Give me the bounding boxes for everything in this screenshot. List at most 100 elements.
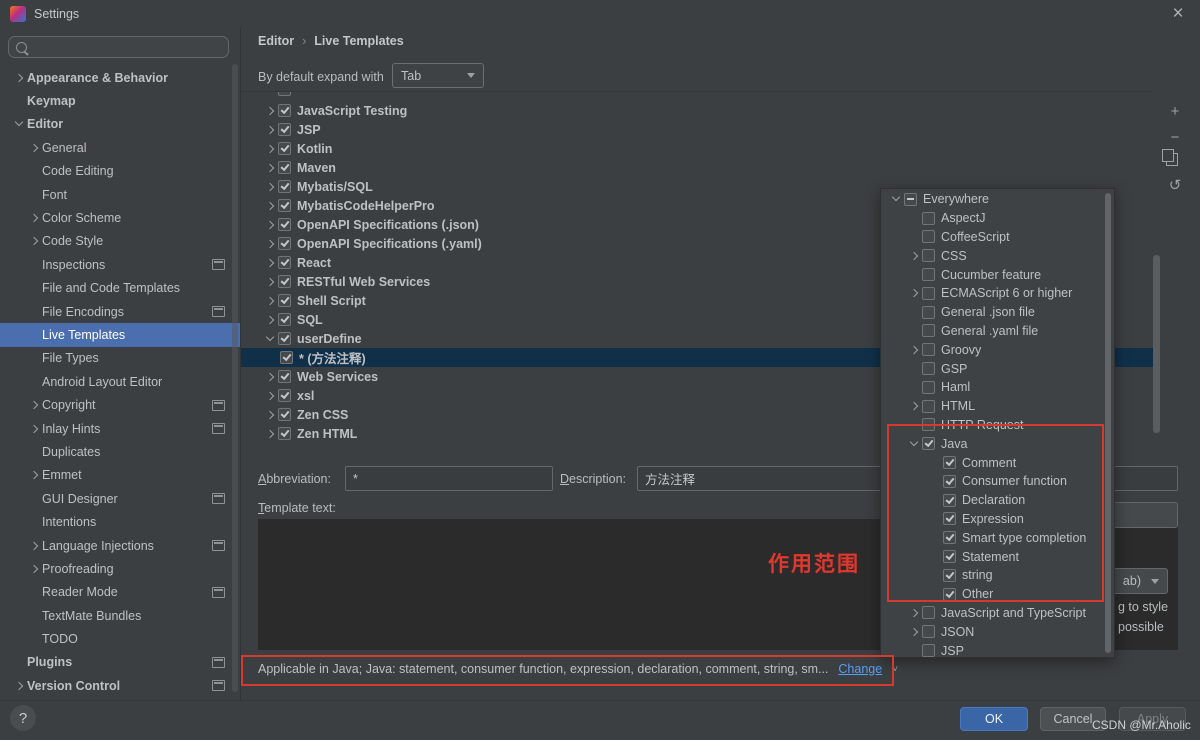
chevron-right-icon[interactable] [263,199,278,213]
chevron-right-icon[interactable] [27,562,42,576]
chevron-right-icon[interactable] [27,468,42,482]
sidebar-item-font[interactable]: Font [0,183,240,206]
chevron-right-icon[interactable] [907,249,922,263]
sidebar-item-duplicates[interactable]: Duplicates [0,440,240,463]
chevron-right-icon[interactable] [263,142,278,156]
scope-item-statement[interactable]: Statement [881,547,1114,566]
sidebar-scrollbar[interactable] [232,64,238,692]
chevron-right-icon[interactable] [27,211,42,225]
chevron-right-icon[interactable] [27,539,42,553]
scopes-panel-scrollbar[interactable] [1105,193,1111,653]
sidebar-item-proofreading[interactable]: Proofreading [0,557,240,580]
chevron-right-icon[interactable] [263,161,278,175]
chevron-right-icon[interactable] [12,71,27,85]
checkbox[interactable] [922,437,935,450]
breadcrumb-editor[interactable]: Editor [258,34,294,48]
chevron-right-icon[interactable] [12,679,27,693]
chevron-right-icon[interactable] [907,625,922,639]
scope-item-general-yaml-file[interactable]: General .yaml file [881,322,1114,341]
sidebar-item-copyright[interactable]: Copyright [0,393,240,416]
sidebar-item-inspections[interactable]: Inspections [0,253,240,276]
checkbox[interactable] [278,370,291,383]
chevron-right-icon[interactable] [263,237,278,251]
revert-icon[interactable]: ↺ [1164,176,1186,196]
scope-item-everywhere[interactable]: Everywhere [881,190,1114,209]
chevron-down-icon[interactable] [889,192,904,206]
checkbox[interactable] [278,256,291,269]
checkbox[interactable] [943,494,956,507]
chevron-right-icon[interactable] [907,606,922,620]
chevron-right-icon[interactable] [27,141,42,155]
checkbox[interactable] [922,324,935,337]
scope-item-java[interactable]: Java [881,434,1114,453]
chevron-right-icon[interactable] [263,294,278,308]
chevron-right-icon[interactable] [263,408,278,422]
checkbox[interactable] [922,212,935,225]
scope-item-smart-type-completion[interactable]: Smart type completion [881,528,1114,547]
chevron-right-icon[interactable] [907,286,922,300]
scope-item-jsp[interactable]: JSP [881,641,1114,658]
duplicate-icon[interactable] [1166,153,1178,166]
checkbox[interactable] [943,550,956,563]
sidebar-item-code-editing[interactable]: Code Editing [0,160,240,183]
checkbox[interactable] [280,351,293,364]
scope-item-http-request[interactable]: HTTP Request [881,416,1114,435]
checkbox[interactable] [922,268,935,281]
checkbox[interactable] [278,237,291,250]
checkbox[interactable] [922,644,935,657]
checkbox[interactable] [943,475,956,488]
chevron-right-icon[interactable] [263,389,278,403]
chevron-right-icon[interactable] [263,370,278,384]
chevron-right-icon[interactable] [263,313,278,327]
checkbox[interactable] [278,199,291,212]
checkbox[interactable] [943,456,956,469]
checkbox[interactable] [904,193,917,206]
chevron-down-icon[interactable] [12,117,27,131]
sidebar-item-textmate-bundles[interactable]: TextMate Bundles [0,604,240,627]
scope-item-consumer-function[interactable]: Consumer function [881,472,1114,491]
scope-item-expression[interactable]: Expression [881,510,1114,529]
close-icon[interactable]: × [1166,2,1190,26]
chevron-right-icon[interactable] [907,399,922,413]
tree-group-jsp[interactable]: JSP [241,120,1153,139]
abbreviation-field[interactable]: * [345,466,553,491]
chevron-right-icon[interactable] [27,398,42,412]
checkbox[interactable] [943,588,956,601]
checkbox[interactable] [943,569,956,582]
chevron-right-icon[interactable] [907,343,922,357]
content-scrollbar[interactable] [1153,255,1160,433]
sidebar-item-keymap[interactable]: Keymap [0,89,240,112]
sidebar-item-version-control[interactable]: Version Control [0,674,240,697]
change-link[interactable]: Change [838,662,882,676]
sidebar-item-file-encodings[interactable]: File Encodings [0,300,240,323]
checkbox[interactable] [922,230,935,243]
sidebar-item-file-types[interactable]: File Types [0,347,240,370]
chevron-right-icon[interactable] [263,427,278,441]
checkbox[interactable] [278,91,291,96]
checkbox[interactable] [943,531,956,544]
sidebar-item-android-layout-editor[interactable]: Android Layout Editor [0,370,240,393]
checkbox[interactable] [922,418,935,431]
checkbox[interactable] [278,218,291,231]
help-button[interactable]: ? [10,705,36,731]
scope-item-groovy[interactable]: Groovy [881,340,1114,359]
scope-item-javascript-and-typescript[interactable]: JavaScript and TypeScript [881,604,1114,623]
sidebar-item-intentions[interactable]: Intentions [0,510,240,533]
checkbox[interactable] [278,408,291,421]
checkbox[interactable] [922,306,935,319]
sidebar-item-plugins[interactable]: Plugins [0,651,240,674]
remove-button[interactable]: − [1164,128,1186,148]
checkbox[interactable] [922,287,935,300]
scope-item-coffeescript[interactable]: CoffeeScript [881,228,1114,247]
add-button[interactable]: + [1164,102,1186,122]
checkbox[interactable] [278,294,291,307]
sidebar-item-todo[interactable]: TODO [0,627,240,650]
scope-item-ecmascript-6-or-higher[interactable]: ECMAScript 6 or higher [881,284,1114,303]
chevron-right-icon[interactable] [27,422,42,436]
checkbox[interactable] [922,362,935,375]
checkbox[interactable] [278,332,291,345]
checkbox[interactable] [922,249,935,262]
checkbox[interactable] [943,512,956,525]
sidebar-item-editor[interactable]: Editor [0,113,240,136]
sidebar-item-color-scheme[interactable]: Color Scheme [0,206,240,229]
